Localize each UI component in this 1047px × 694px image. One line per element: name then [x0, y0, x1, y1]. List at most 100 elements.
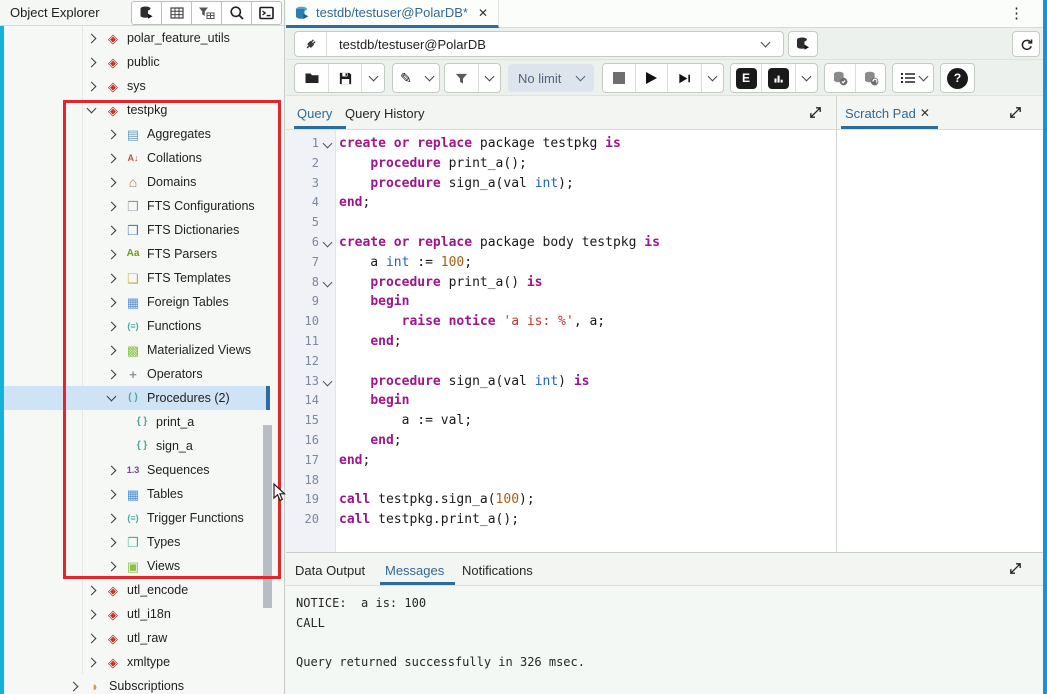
chevron-right-icon[interactable] [107, 225, 117, 235]
code-line-8[interactable]: 8 procedure print_a() is [286, 273, 836, 293]
code-line-20[interactable]: 20call testpkg.print_a(); [286, 510, 836, 530]
help-button[interactable]: ? [941, 64, 974, 92]
code-line-10[interactable]: 10 raise notice 'a is: %', a; [286, 312, 836, 332]
explain-analyze-button[interactable] [761, 64, 795, 92]
code-line-19[interactable]: 19call testpkg.sign_a(100); [286, 490, 836, 510]
tree-item-print-a[interactable]: { }print_a [0, 410, 284, 434]
tree-item-aggregates[interactable]: ▤Aggregates [0, 122, 284, 146]
expand-icon[interactable] [808, 105, 823, 120]
chevron-right-icon[interactable] [107, 177, 117, 187]
tree-item-public[interactable]: ◈public [0, 50, 284, 74]
chevron-right-icon[interactable] [107, 489, 117, 499]
chevron-right-icon[interactable] [87, 33, 97, 43]
close-icon[interactable]: ✕ [478, 6, 488, 20]
chevron-right-icon[interactable] [107, 513, 117, 523]
tree-item-subscriptions[interactable]: ◗Subscriptions [0, 674, 284, 694]
filter-menu-button[interactable] [478, 64, 500, 92]
execute-button[interactable] [635, 64, 667, 92]
scratch-pad-area[interactable] [837, 130, 1047, 552]
macros-button[interactable] [893, 64, 933, 92]
tab-data-output[interactable]: Data Output [295, 553, 365, 587]
chevron-right-icon[interactable] [107, 273, 117, 283]
chevron-right-icon[interactable] [87, 81, 97, 91]
chevron-right-icon[interactable] [87, 585, 97, 595]
execute-current-button[interactable] [667, 64, 701, 92]
tree-item-utl-i18n[interactable]: ◈utl_i18n [0, 602, 284, 626]
tree-item-views[interactable]: ▣Views [0, 554, 284, 578]
tree-item-materialized-views[interactable]: ▩Materialized Views [0, 338, 284, 362]
save-button[interactable] [328, 64, 361, 92]
tab-query-history[interactable]: Query History [345, 96, 424, 130]
filter-button[interactable] [445, 64, 478, 92]
tree-item-foreign-tables[interactable]: ▦Foreign Tables [0, 290, 284, 314]
chevron-right-icon[interactable] [107, 153, 117, 163]
chevron-right-icon[interactable] [87, 633, 97, 643]
chevron-right-icon[interactable] [69, 681, 79, 691]
code-line-16[interactable]: 16 end; [286, 431, 836, 451]
code-line-3[interactable]: 3 procedure sign_a(val int); [286, 174, 836, 194]
tree-item-collations[interactable]: A↓Collations [0, 146, 284, 170]
chevron-down-icon[interactable] [87, 104, 97, 114]
chevron-right-icon[interactable] [87, 609, 97, 619]
panel-splitter[interactable] [836, 96, 837, 552]
tree-item-sequences[interactable]: 1.3Sequences [0, 458, 284, 482]
sql-editor[interactable]: 1create or replace package testpkg is2 p… [286, 130, 836, 552]
commit-button[interactable] [825, 64, 855, 92]
rollback-button[interactable] [855, 64, 885, 92]
code-line-17[interactable]: 17end; [286, 451, 836, 471]
explain-button[interactable]: E [731, 64, 761, 92]
tree-item-utl-raw[interactable]: ◈utl_raw [0, 626, 284, 650]
chevron-right-icon[interactable] [107, 369, 117, 379]
querytool-window-tab[interactable]: testdb/testuser@PolarDB* ✕ [286, 0, 499, 28]
chevron-right-icon[interactable] [107, 537, 117, 547]
tree-item-fts-dictionaries[interactable]: ❒FTS Dictionaries [0, 218, 284, 242]
fold-chevron-icon[interactable] [319, 233, 336, 253]
tree-item-operators[interactable]: +Operators [0, 362, 284, 386]
tree-item-xmltype[interactable]: ◈xmltype [0, 650, 284, 674]
code-line-12[interactable]: 12 [286, 352, 836, 372]
edit-button[interactable]: ✎ [393, 64, 419, 92]
chevron-right-icon[interactable] [107, 465, 117, 475]
save-menu-button[interactable] [361, 64, 384, 92]
tree-item-trigger-functions[interactable]: (≡)Trigger Functions [0, 506, 284, 530]
chevron-right-icon[interactable] [107, 297, 117, 307]
refresh-button[interactable] [1012, 31, 1040, 57]
code-line-7[interactable]: 7 a int := 100; [286, 253, 836, 273]
tree-item-tables[interactable]: ▦Tables [0, 482, 284, 506]
expand-icon[interactable] [1008, 105, 1023, 120]
expand-icon[interactable] [1008, 561, 1023, 576]
code-line-9[interactable]: 9 begin [286, 292, 836, 312]
chevron-right-icon[interactable] [87, 657, 97, 667]
tree-item-procedures-2[interactable]: ( )Procedures (2) [0, 386, 270, 410]
code-line-1[interactable]: 1create or replace package testpkg is [286, 134, 836, 154]
tab-notifications[interactable]: Notifications [462, 553, 533, 587]
code-line-15[interactable]: 15 a := val; [286, 411, 836, 431]
row-limit-select[interactable]: No limit [508, 64, 594, 92]
kebab-menu-icon[interactable]: ⋮ [1009, 4, 1025, 22]
query-tool-button[interactable] [131, 1, 162, 25]
fold-chevron-icon[interactable] [319, 372, 336, 392]
chevron-right-icon[interactable] [107, 561, 117, 571]
chevron-right-icon[interactable] [107, 129, 117, 139]
code-line-6[interactable]: 6create or replace package body testpkg … [286, 233, 836, 253]
code-line-4[interactable]: 4end; [286, 193, 836, 213]
connection-status-icon[interactable] [295, 32, 327, 56]
tree-item-functions[interactable]: (≡)Functions [0, 314, 284, 338]
code-line-11[interactable]: 11 end; [286, 332, 836, 352]
code-line-14[interactable]: 14 begin [286, 391, 836, 411]
chevron-right-icon[interactable] [107, 345, 117, 355]
explain-menu-button[interactable] [795, 64, 817, 92]
fold-chevron-icon[interactable] [319, 134, 336, 154]
tree-item-polar-feature-utils[interactable]: ◈polar_feature_utils [0, 26, 284, 50]
fold-chevron-icon[interactable] [319, 273, 336, 293]
chevron-right-icon[interactable] [87, 57, 97, 67]
chevron-right-icon[interactable] [107, 321, 117, 331]
filtered-rows-button[interactable] [191, 1, 222, 25]
tree-item-types[interactable]: ❐Types [0, 530, 284, 554]
tree-item-fts-templates[interactable]: ❏FTS Templates [0, 266, 284, 290]
edit-menu-button[interactable] [419, 64, 439, 92]
chevron-right-icon[interactable] [107, 249, 117, 259]
new-connection-button[interactable] [788, 31, 818, 57]
chevron-down-icon[interactable] [107, 392, 117, 402]
tree-scrollbar-thumb[interactable] [263, 425, 272, 608]
